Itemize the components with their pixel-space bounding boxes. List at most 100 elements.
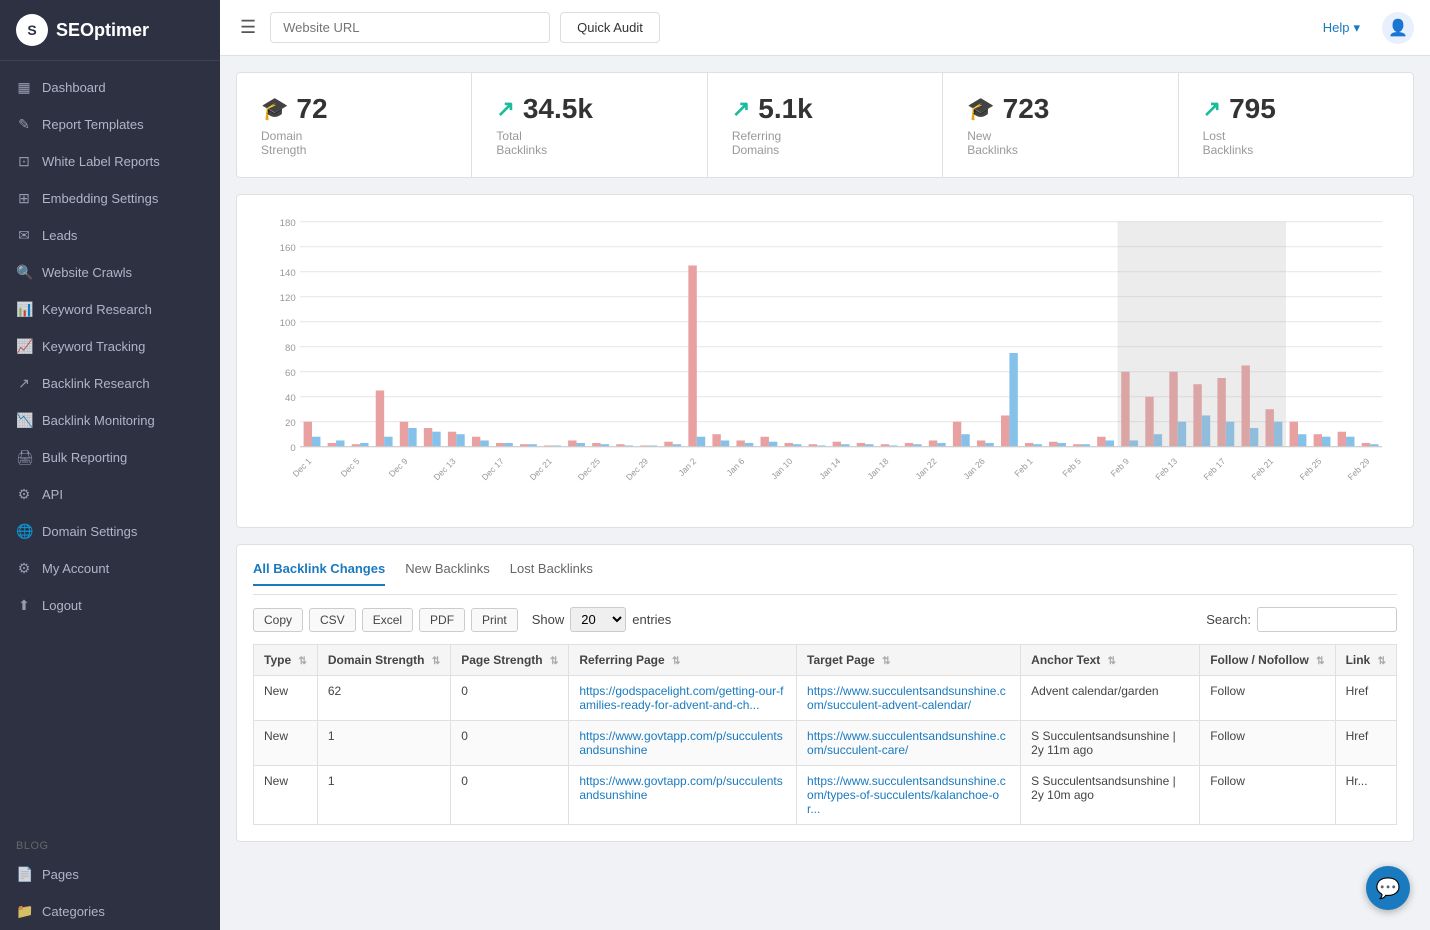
- excel-button[interactable]: Excel: [362, 608, 413, 632]
- th-link[interactable]: Link ⇅: [1335, 645, 1396, 676]
- target-page-cell[interactable]: https://www.succulentsandsunshine.com/su…: [797, 676, 1021, 721]
- table-row: New620https://godspacelight.com/getting-…: [254, 676, 1397, 721]
- url-input[interactable]: [270, 12, 550, 43]
- show-label: Show: [532, 612, 565, 627]
- stat-card-new-backlinks: 🎓 723 NewBacklinks: [943, 73, 1178, 177]
- sidebar-item-bulk-reporting[interactable]: 🖨Bulk Reporting: [0, 439, 220, 476]
- header: ☰ Quick Audit Help ▾ 👤: [220, 0, 1430, 56]
- link-anchor[interactable]: https://www.govtapp.com/p/succulentsands…: [579, 729, 782, 757]
- domain-strength-cell: 62: [317, 676, 450, 721]
- sidebar: S SEOptimer ▦ Dashboard ✎ Report Templates ⊡…: [0, 0, 220, 930]
- tab-new-backlinks[interactable]: New Backlinks: [405, 561, 490, 586]
- stat-card-domain-strength: 🎓 72 DomainStrength: [237, 73, 472, 177]
- logo-text: SEOptimer: [56, 20, 149, 41]
- referring-page-cell[interactable]: https://godspacelight.com/getting-our-fa…: [569, 676, 797, 721]
- referring-page-cell[interactable]: https://www.govtapp.com/p/succulentsands…: [569, 721, 797, 766]
- link-anchor[interactable]: https://godspacelight.com/getting-our-fa…: [579, 684, 783, 712]
- page-strength-cell: 0: [451, 721, 569, 766]
- svg-text:20: 20: [285, 418, 296, 429]
- sidebar-item-backlink-monitoring[interactable]: 📉Backlink Monitoring: [0, 402, 220, 439]
- stat-card-lost-backlinks: ↗ 795 LostBacklinks: [1179, 73, 1413, 177]
- th-page-strength[interactable]: Page Strength ⇅: [451, 645, 569, 676]
- sidebar-item-leads[interactable]: ✉Leads: [0, 217, 220, 254]
- link-anchor[interactable]: https://www.succulentsandsunshine.com/ty…: [807, 774, 1006, 816]
- referring-page-cell[interactable]: https://www.govtapp.com/p/succulentsands…: [569, 766, 797, 825]
- svg-text:160: 160: [280, 243, 296, 254]
- help-link[interactable]: Help ▾: [1323, 20, 1360, 36]
- hamburger-menu[interactable]: ☰: [236, 13, 260, 42]
- backlink-chart: 020406080100120140160180Dec 1Dec 5Dec 9D…: [253, 211, 1397, 511]
- tab-all-backlink-changes[interactable]: All Backlink Changes: [253, 561, 385, 586]
- sidebar-logo[interactable]: S SEOptimer: [0, 0, 220, 61]
- sidebar-item-embedding-settings[interactable]: ⊞Embedding Settings: [0, 180, 220, 217]
- follow-cell: Follow: [1200, 766, 1335, 825]
- link-cell-val: Href: [1335, 676, 1396, 721]
- link-cell-val: Hr...: [1335, 766, 1396, 825]
- svg-text:Dec 13: Dec 13: [431, 456, 457, 482]
- sidebar-label-dashboard: Dashboard: [42, 80, 106, 95]
- entries-select[interactable]: 2050100: [570, 607, 626, 632]
- sidebar-item-categories[interactable]: 📁Categories: [0, 893, 220, 930]
- tab-lost-backlinks[interactable]: Lost Backlinks: [510, 561, 593, 586]
- th-anchor-text[interactable]: Anchor Text ⇅: [1021, 645, 1200, 676]
- sort-icon-domain-strength: ⇅: [432, 656, 440, 667]
- table-row: New10https://www.govtapp.com/p/succulent…: [254, 721, 1397, 766]
- sidebar-item-backlink-research[interactable]: ↗Backlink Research: [0, 365, 220, 402]
- table-row: New10https://www.govtapp.com/p/succulent…: [254, 766, 1397, 825]
- th-referring-page[interactable]: Referring Page ⇅: [569, 645, 797, 676]
- quick-audit-button[interactable]: Quick Audit: [560, 12, 660, 43]
- type-cell: New: [254, 766, 318, 825]
- embedding-settings-icon: ⊞: [16, 190, 32, 207]
- link-anchor[interactable]: https://www.succulentsandsunshine.com/su…: [807, 729, 1006, 757]
- csv-button[interactable]: CSV: [309, 608, 356, 632]
- svg-text:Jan 26: Jan 26: [962, 456, 987, 481]
- main-area: ☰ Quick Audit Help ▾ 👤 🎓 72 DomainStreng…: [220, 0, 1430, 930]
- th-target-page[interactable]: Target Page ⇅: [797, 645, 1021, 676]
- svg-text:Dec 17: Dec 17: [480, 456, 506, 482]
- th-follow-nofollow[interactable]: Follow / Nofollow ⇅: [1200, 645, 1335, 676]
- th-domain-strength[interactable]: Domain Strength ⇅: [317, 645, 450, 676]
- dashboard-icon: ▦: [16, 79, 32, 96]
- anchor-text-cell: Advent calendar/garden: [1021, 676, 1200, 721]
- target-page-cell[interactable]: https://www.succulentsandsunshine.com/ty…: [797, 766, 1021, 825]
- sidebar-item-keyword-research[interactable]: 📊Keyword Research: [0, 291, 220, 328]
- svg-text:180: 180: [280, 218, 296, 229]
- follow-cell: Follow: [1200, 676, 1335, 721]
- target-page-cell[interactable]: https://www.succulentsandsunshine.com/su…: [797, 721, 1021, 766]
- svg-text:Jan 18: Jan 18: [865, 456, 890, 481]
- stat-value-lost-backlinks: ↗ 795: [1203, 93, 1389, 125]
- sidebar-item-logout[interactable]: ⬆Logout: [0, 587, 220, 624]
- categories-icon: 📁: [16, 903, 32, 920]
- sidebar-item-white-label-reports[interactable]: ⊡White Label Reports: [0, 143, 220, 180]
- copy-button[interactable]: Copy: [253, 608, 303, 632]
- sidebar-item-domain-settings[interactable]: 🌐Domain Settings: [0, 513, 220, 550]
- sidebar-item-my-account[interactable]: ⚙My Account: [0, 550, 220, 587]
- report-templates-icon: ✎: [16, 116, 32, 133]
- domain-settings-icon: 🌐: [16, 523, 32, 540]
- stat-label-new-backlinks: NewBacklinks: [967, 129, 1153, 157]
- chat-bubble[interactable]: 💬: [1366, 866, 1410, 910]
- th-type[interactable]: Type ⇅: [254, 645, 318, 676]
- sidebar-label-report-templates: Report Templates: [42, 117, 144, 132]
- svg-text:Dec 9: Dec 9: [387, 456, 410, 479]
- sidebar-item-dashboard[interactable]: ▦ Dashboard: [0, 69, 220, 106]
- sidebar-item-report-templates[interactable]: ✎ Report Templates: [0, 106, 220, 143]
- user-icon[interactable]: 👤: [1382, 12, 1414, 44]
- backlink-research-icon: ↗: [16, 375, 32, 392]
- print-button[interactable]: Print: [471, 608, 518, 632]
- pdf-button[interactable]: PDF: [419, 608, 465, 632]
- sidebar-blog: 📄Pages📁Categories: [0, 856, 220, 930]
- svg-text:Jan 22: Jan 22: [913, 456, 938, 481]
- stat-value-new-backlinks: 🎓 723: [967, 93, 1153, 125]
- link-anchor[interactable]: https://www.succulentsandsunshine.com/su…: [807, 684, 1006, 712]
- sort-icon-anchor-text: ⇅: [1108, 656, 1116, 667]
- sidebar-label-my-account: My Account: [42, 561, 109, 576]
- sidebar-item-api[interactable]: ⚙API: [0, 476, 220, 513]
- svg-text:Feb 21: Feb 21: [1249, 456, 1275, 482]
- sidebar-item-website-crawls[interactable]: 🔍Website Crawls: [0, 254, 220, 291]
- sidebar-item-pages[interactable]: 📄Pages: [0, 856, 220, 893]
- sidebar-item-keyword-tracking[interactable]: 📈Keyword Tracking: [0, 328, 220, 365]
- search-input[interactable]: [1257, 607, 1397, 632]
- link-anchor[interactable]: https://www.govtapp.com/p/succulentsands…: [579, 774, 782, 802]
- sidebar-label-keyword-research: Keyword Research: [42, 302, 152, 317]
